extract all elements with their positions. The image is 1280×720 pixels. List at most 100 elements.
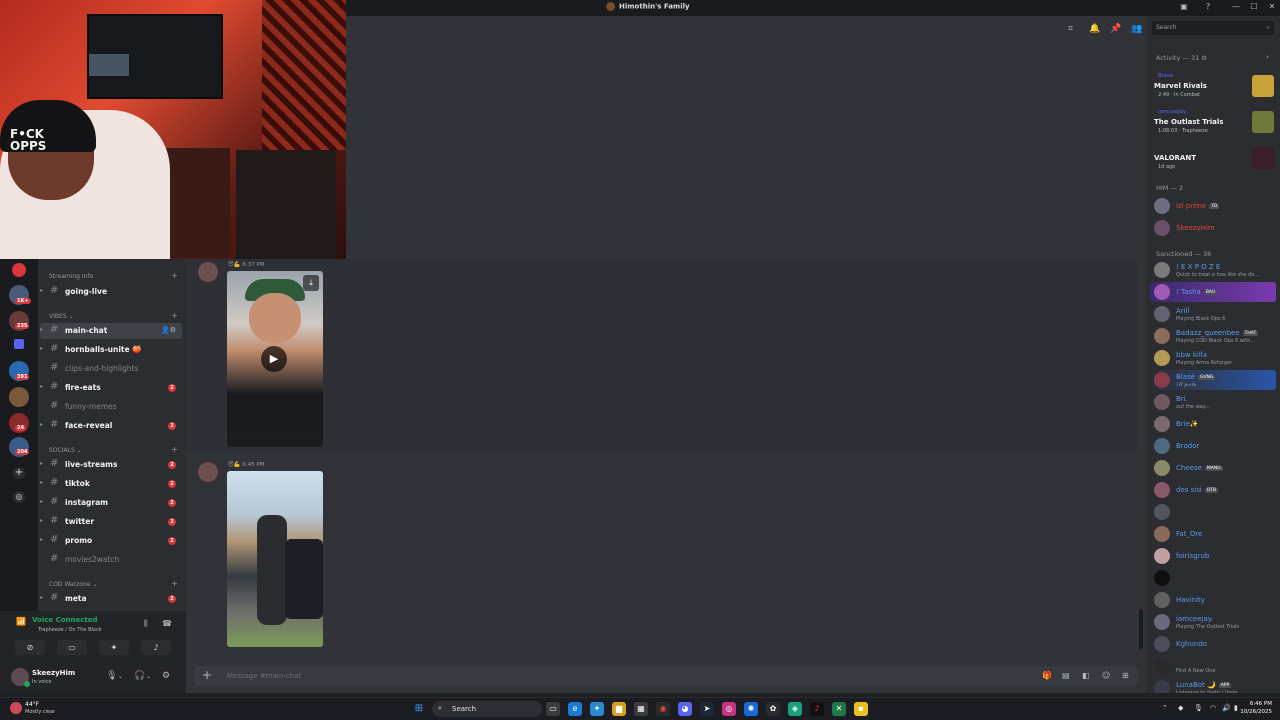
avatar[interactable] xyxy=(198,462,218,482)
gift-icon[interactable]: 🎁 xyxy=(1042,671,1052,680)
member-row[interactable]: Blasé GVNG ℰ𝓁𝓁 𝓅ℴ𝓇𝓉𝒶 xyxy=(1150,370,1276,390)
search-input[interactable]: Search ⌕ xyxy=(1152,21,1274,35)
avatar[interactable] xyxy=(1154,680,1170,693)
voice-channel-label[interactable]: Trapheeze / On The Block xyxy=(38,627,102,633)
channel-live-streams[interactable]: ▸ # live-streams 2 xyxy=(40,457,182,473)
category-socials[interactable]: SOCIALS ⌄ xyxy=(49,447,82,454)
channel-settings-icons[interactable]: 👤⚙ xyxy=(161,326,176,334)
avatar[interactable] xyxy=(1154,526,1170,542)
channel-funny-memes[interactable]: # funny-memes xyxy=(40,399,182,415)
channel-meta[interactable]: ▸ # meta 2 xyxy=(40,591,182,607)
task-view-icon[interactable]: ▭ xyxy=(546,702,560,716)
noise-suppression-icon[interactable]: ⫼ xyxy=(144,619,148,629)
weather-temp[interactable]: 44°F xyxy=(25,701,39,708)
maximize-button[interactable]: ☐ xyxy=(1248,2,1260,14)
chevron-down-icon[interactable]: ⌄ xyxy=(118,673,123,680)
member-row[interactable]: Cheese MANU xyxy=(1150,458,1276,478)
member-row[interactable]: Havinity xyxy=(1150,590,1276,610)
member-row[interactable]: Find A New One xyxy=(1150,656,1276,676)
folder-icon[interactable] xyxy=(14,339,24,349)
battlenet-icon[interactable]: ✺ xyxy=(744,702,758,716)
member-row[interactable]: Fat_Ore xyxy=(1150,524,1276,544)
member-row[interactable] xyxy=(1150,568,1276,588)
server-icon-4[interactable] xyxy=(9,387,29,407)
member-row[interactable]: SkeezyHim xyxy=(1150,218,1276,238)
channel-main-chat[interactable]: ▸ # main-chat 👤⚙ xyxy=(40,323,182,339)
gear-icon[interactable]: ⚙ xyxy=(162,671,170,681)
category-cod-warzone[interactable]: COD Warzone ⌄ xyxy=(49,581,97,588)
avatar[interactable] xyxy=(1154,504,1170,520)
microphone-icon[interactable]: 🎙 xyxy=(106,671,117,681)
avatar[interactable] xyxy=(1154,614,1170,630)
add-server-icon[interactable]: + xyxy=(13,467,25,479)
tiktok-icon[interactable]: ♪ xyxy=(810,702,824,716)
taskbar-search[interactable]: ⌕ Search xyxy=(432,701,542,717)
copilot-icon[interactable]: ✦ xyxy=(590,702,604,716)
channel-tiktok[interactable]: ▸ # tiktok 2 xyxy=(40,476,182,492)
channel-clips-and-highlights[interactable]: # clips-and-highlights xyxy=(40,361,182,377)
avatar[interactable] xyxy=(1154,198,1170,214)
edge-icon[interactable]: e xyxy=(568,702,582,716)
channel-going-live[interactable]: ▸ # going-live xyxy=(40,284,182,300)
member-row[interactable]: Badazz_queenbee THAT Playing COD Black Ops… xyxy=(1150,326,1276,346)
add-channel-icon[interactable]: + xyxy=(171,271,178,280)
channel-hornballs-unite[interactable]: ▸ # hornballs-unite 🍑 xyxy=(40,342,182,358)
pin-icon[interactable]: 📌 xyxy=(1110,24,1121,34)
chrome-icon[interactable]: ◉ xyxy=(656,702,670,716)
avatar[interactable] xyxy=(1154,636,1170,652)
member-row[interactable]: foirisgrub xyxy=(1150,546,1276,566)
voice-connected-label[interactable]: Voice Connected xyxy=(32,616,98,624)
avatar[interactable] xyxy=(1154,328,1170,344)
channel-promo[interactable]: ▸ # promo 2 xyxy=(40,533,182,549)
channel-twitter[interactable]: ▸ # twitter 2 xyxy=(40,514,182,530)
inbox-icon[interactable]: ▣ xyxy=(1178,2,1190,14)
activity-card[interactable]: iamceejay. The Outlast Trials 1:08:03 · … xyxy=(1150,108,1276,142)
avatar[interactable] xyxy=(1154,350,1170,366)
windows-start-icon[interactable]: ⊞ xyxy=(412,702,426,716)
tray-app-icon[interactable]: ◆ xyxy=(1178,704,1183,712)
steam-icon[interactable]: ➤ xyxy=(700,702,714,716)
avatar[interactable] xyxy=(1154,306,1170,322)
xbox-icon[interactable]: ✕ xyxy=(832,702,846,716)
avatar[interactable] xyxy=(1154,284,1170,300)
discord-icon[interactable]: ◕ xyxy=(678,702,692,716)
member-row[interactable]: izi prime TD xyxy=(1150,196,1276,216)
gif-icon[interactable]: ▤ xyxy=(1062,671,1070,680)
category-streaming-info[interactable]: Streaming Info xyxy=(49,273,93,280)
member-row[interactable]: LunaBot 🌙 APP Listening to !help | !halp xyxy=(1150,678,1276,693)
emoji-icon[interactable]: ☺ xyxy=(1102,671,1110,680)
chevron-right-icon[interactable]: › xyxy=(1266,53,1269,61)
play-icon[interactable]: ▶ xyxy=(261,346,287,372)
member-row[interactable]: des sisi DTB xyxy=(1150,480,1276,500)
member-row[interactable]: Kghundo xyxy=(1150,634,1276,654)
avatar[interactable] xyxy=(1154,262,1170,278)
add-channel-icon[interactable]: + xyxy=(171,579,178,588)
avatar[interactable] xyxy=(1154,394,1170,410)
avatar[interactable] xyxy=(198,262,218,282)
message-input[interactable]: Message #main-chat xyxy=(227,672,301,680)
volume-icon[interactable]: 🔊 xyxy=(1222,704,1231,712)
download-icon[interactable]: ⤓ xyxy=(303,275,319,291)
minimize-button[interactable]: — xyxy=(1230,2,1242,14)
help-icon[interactable]: ? xyxy=(1202,2,1214,14)
store-icon[interactable]: ▦ xyxy=(634,702,648,716)
member-row[interactable]: ! Tasha BAU xyxy=(1150,282,1276,302)
channel-fire-eats[interactable]: ▸ # fire-eats 2 xyxy=(40,380,182,396)
avatar[interactable] xyxy=(1154,482,1170,498)
avatar[interactable] xyxy=(1154,570,1170,586)
chevron-down-icon[interactable]: ⌄ xyxy=(146,673,151,680)
activity-header[interactable]: Activity — 31 ⚙ xyxy=(1156,54,1207,62)
add-channel-icon[interactable]: + xyxy=(171,445,178,454)
instagram-icon[interactable]: ◎ xyxy=(722,702,736,716)
member-row[interactable]: Arill Playing Black Ops 6 xyxy=(1150,304,1276,324)
activities-button[interactable]: ✦ xyxy=(99,640,129,655)
member-row[interactable]: Brodor xyxy=(1150,436,1276,456)
camera-off-button[interactable]: ⊘ xyxy=(15,640,45,655)
channel-instagram[interactable]: ▸ # instagram 2 xyxy=(40,495,182,511)
app-icon-green[interactable]: ◈ xyxy=(788,702,802,716)
avatar[interactable] xyxy=(1154,592,1170,608)
scrollbar[interactable] xyxy=(1139,609,1143,649)
signal-icon[interactable]: 📶 xyxy=(16,617,26,626)
activity-card[interactable]: Blasé Marvel Rivals 2:49 · In Combat xyxy=(1150,72,1276,106)
weather-icon[interactable] xyxy=(10,702,22,714)
